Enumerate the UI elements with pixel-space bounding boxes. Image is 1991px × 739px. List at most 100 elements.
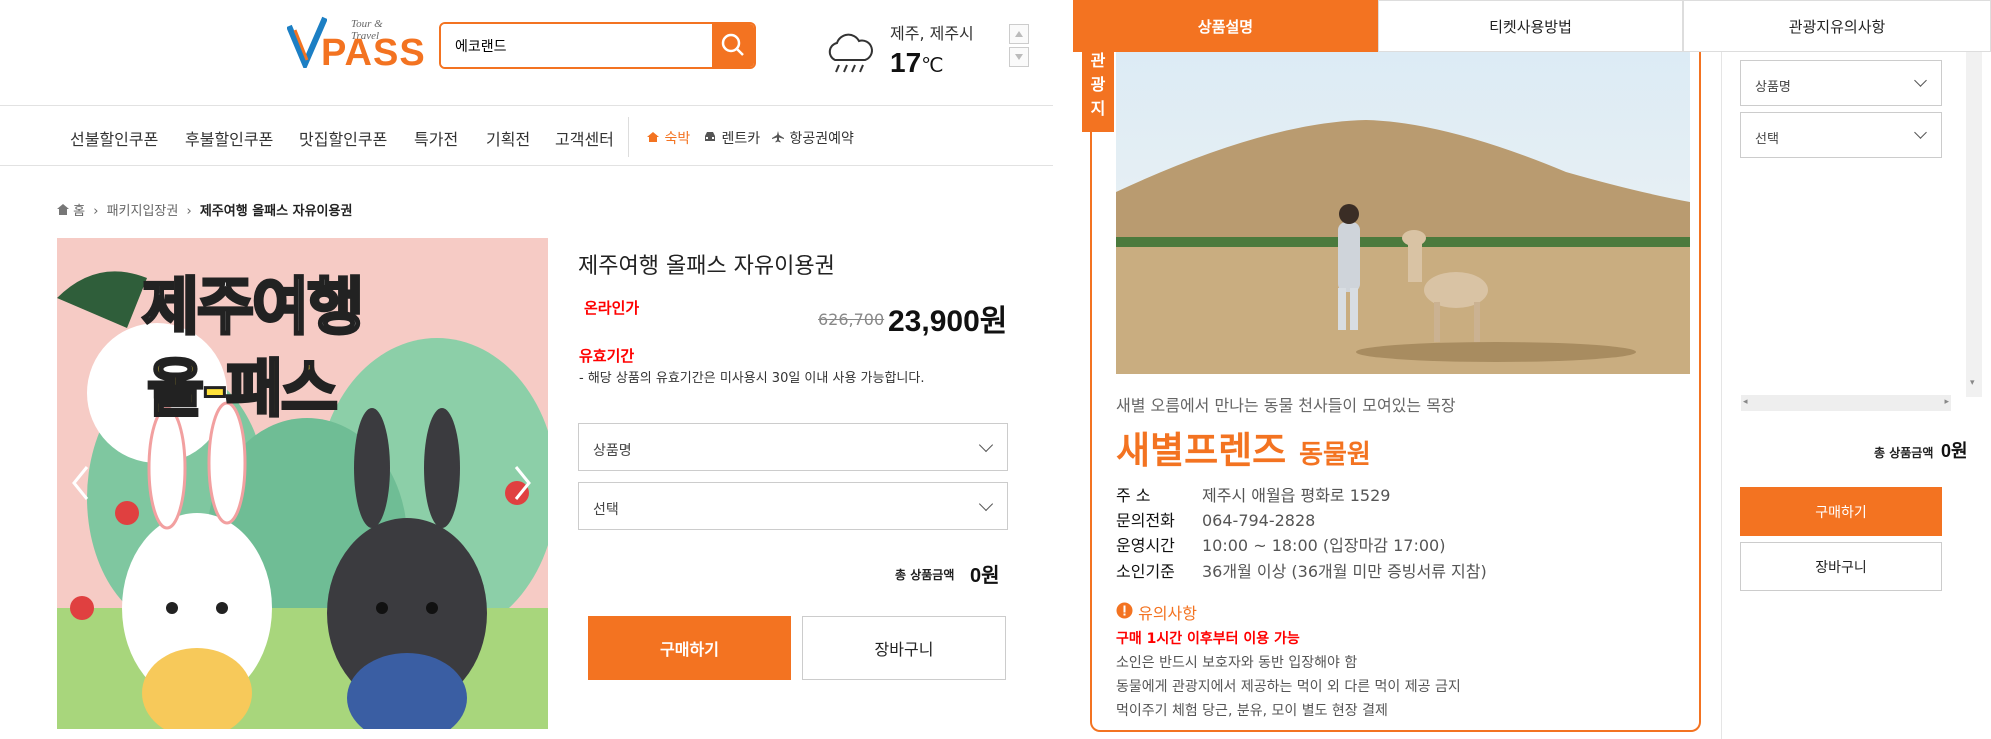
nav-lodging[interactable]: 숙박: [646, 128, 690, 148]
sidebar-total-label: 총 상품금액: [1874, 446, 1934, 460]
buy-button[interactable]: 구매하기: [588, 616, 791, 680]
home-icon: [647, 132, 659, 142]
info-value: 064-794-2828: [1202, 511, 1316, 530]
banner-next-button[interactable]: [512, 463, 534, 503]
nav-flight-label: 항공권예약: [789, 131, 854, 147]
notice-title: 유의사항: [1138, 604, 1197, 623]
logo-text: PASS: [321, 32, 426, 74]
weather-location: 제주, 제주시: [890, 24, 974, 43]
horizontal-scrollbar[interactable]: ◂ ▸: [1741, 395, 1951, 411]
car-icon: [705, 132, 715, 141]
info-value: 36개월 이상 (36개월 미만 증빙서류 지참): [1202, 562, 1487, 581]
option-select-label: 선택: [593, 502, 619, 518]
caret-up-icon: [1015, 31, 1023, 37]
nav-lodging-label: 숙박: [664, 131, 691, 147]
breadcrumb-chevron-icon: ›: [93, 204, 99, 219]
weather-temp-value: 17: [890, 47, 922, 78]
weather-temp: 17℃: [890, 47, 944, 79]
nav-flight[interactable]: 항공권예약: [771, 128, 854, 148]
sidebar-option-select-label: 선택: [1755, 132, 1779, 147]
scroll-right-icon: ▸: [1944, 397, 1949, 407]
info-row: 운영시간 10:00 ~ 18:00 (입장마감 17:00): [1116, 532, 1445, 556]
info-key: 주 소: [1116, 486, 1151, 505]
total-label: 총 상품금액: [895, 568, 955, 582]
validity-description: - 해당 상품의 유효기간은 미사용시 30일 이내 사용 가능합니다.: [579, 371, 925, 386]
notice-heading: 유의사항: [1116, 600, 1197, 624]
alpaca-photo: [1116, 52, 1690, 374]
nav-separator: [628, 117, 629, 157]
home-icon: [57, 204, 69, 215]
info-row: 문의전화 064-794-2828: [1116, 507, 1315, 531]
nav-item-postpaid-coupon[interactable]: 후불할인쿠폰: [185, 126, 273, 150]
nav-divider: [0, 165, 1053, 166]
attraction-ribbon: 관 광 지: [1082, 51, 1114, 132]
total-value: 0원: [970, 565, 1000, 587]
notice-highlight: 구매 1시간 이후부터 이용 가능: [1116, 631, 1300, 647]
attraction-tagline: 새별 오름에서 만나는 동물 천사들이 모여있는 목장: [1116, 396, 1456, 415]
sale-price: 23,900원: [888, 305, 1008, 338]
scroll-left-icon: ◂: [1743, 397, 1748, 407]
weather-up-arrow[interactable]: [1009, 24, 1029, 44]
search-box: [439, 22, 756, 69]
search-input[interactable]: [441, 24, 713, 67]
attraction-name-main: 새별프렌즈: [1116, 429, 1287, 472]
ribbon-char: 광: [1090, 75, 1106, 94]
tab-attraction-notes[interactable]: 관광지유의사항: [1683, 0, 1991, 52]
product-banner-image: 제주여행 올-패스: [57, 238, 548, 729]
info-row: 주 소 제주시 애월읍 평화로 1529: [1116, 482, 1390, 506]
sidebar-option-select[interactable]: 선택: [1740, 112, 1942, 158]
attraction-photo: [1116, 52, 1690, 374]
sidebar-total-value: 0원: [1941, 441, 1968, 461]
sidebar-product-select[interactable]: 상품명: [1740, 60, 1942, 106]
scroll-down-icon: ▾: [1970, 378, 1975, 388]
product-page: Tour & Travel PASS 제주, 제주시 17℃ 선불할인쿠폰 후불…: [0, 0, 1053, 739]
notice-line: 먹이주기 체험 당근, 분유, 모이 별도 현장 결제: [1116, 703, 1388, 719]
chevron-down-icon: [978, 437, 994, 453]
alert-icon: [1116, 602, 1133, 619]
vertical-scrollbar[interactable]: ▾: [1966, 52, 1982, 397]
breadcrumb-home[interactable]: 홈: [73, 204, 85, 219]
caret-down-icon: [1015, 54, 1023, 60]
sidebar-buy-button[interactable]: 구매하기: [1740, 487, 1942, 536]
banner-prev-button[interactable]: [69, 463, 91, 503]
chevron-down-icon: [1914, 74, 1927, 87]
chevron-left-icon: [72, 466, 89, 500]
option-select[interactable]: 선택: [578, 482, 1008, 530]
product-detail-panel: 상품설명 티켓사용방법 관광지유의사항 관 광 지 새별 오름에서 만나는 동물…: [1073, 0, 1991, 739]
banner-title-line1: 제주여행: [140, 269, 365, 345]
search-button[interactable]: [712, 24, 754, 67]
nav-item-customer-center[interactable]: 고객센터: [555, 126, 614, 150]
sidebar-cart-button[interactable]: 장바구니: [1740, 542, 1942, 591]
attraction-name-sub: 동물원: [1299, 440, 1371, 470]
weather-unit: ℃: [921, 55, 944, 77]
product-title: 제주여행 올패스 자유이용권: [578, 254, 835, 279]
search-icon: [721, 33, 744, 56]
info-value: 제주시 애월읍 평화로 1529: [1202, 486, 1391, 505]
nav-item-special-sale[interactable]: 특가전: [414, 126, 458, 150]
nav-item-exhibition[interactable]: 기획전: [486, 126, 530, 150]
breadcrumb: 홈 › 패키지입장권 › 제주여행 올패스 자유이용권: [57, 200, 352, 219]
nav-item-prepaid-coupon[interactable]: 선불할인쿠폰: [70, 126, 158, 150]
ribbon-char: 관: [1090, 51, 1106, 70]
vpass-logo[interactable]: Tour & Travel PASS: [287, 8, 425, 74]
weather-down-arrow[interactable]: [1009, 47, 1029, 67]
tab-ticket-usage[interactable]: 티켓사용방법: [1378, 0, 1683, 52]
sidebar-product-select-label: 상품명: [1755, 80, 1791, 95]
chevron-down-icon: [1914, 126, 1927, 139]
nav-rentcar[interactable]: 렌트카: [703, 128, 760, 148]
banner-title-line2: 올-패스: [146, 351, 340, 427]
ribbon-char: 지: [1090, 99, 1106, 118]
breadcrumb-current: 제주여행 올패스 자유이용권: [199, 204, 353, 219]
tab-product-description[interactable]: 상품설명: [1073, 0, 1378, 52]
validity-label: 유효기간: [579, 347, 635, 365]
info-value: 10:00 ~ 18:00 (입장마감 17:00): [1202, 536, 1446, 555]
info-key: 문의전화: [1116, 511, 1175, 530]
notice-line: 소인은 반드시 보호자와 동반 입장해야 함: [1116, 655, 1358, 671]
airplane-icon: [772, 131, 784, 143]
original-price: 626,700: [818, 310, 885, 329]
nav-item-restaurant-coupon[interactable]: 맛집할인쿠폰: [299, 126, 387, 150]
product-select[interactable]: 상품명: [578, 423, 1008, 471]
breadcrumb-category[interactable]: 패키지입장권: [107, 204, 179, 219]
cart-button[interactable]: 장바구니: [802, 616, 1006, 680]
notice-line: 동물에게 관광지에서 제공하는 먹이 외 다른 먹이 제공 금지: [1116, 679, 1461, 695]
